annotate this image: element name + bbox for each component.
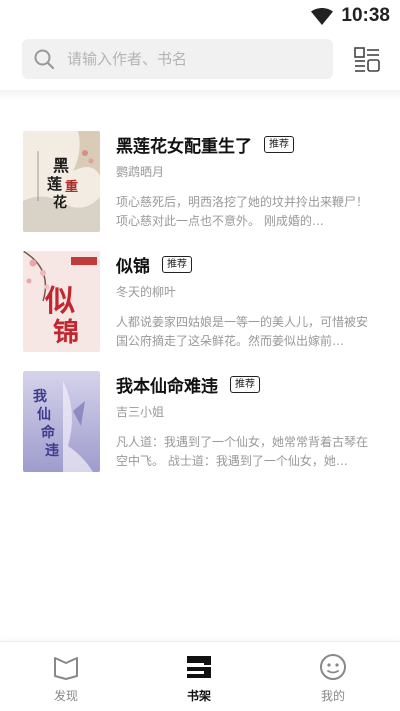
book-info: 我本仙命难违 推荐 吉三小姐 凡人道：我遇到了一个仙女，她常常背着古琴在空中飞。… [116, 371, 378, 471]
header-divider [0, 90, 400, 100]
search-input[interactable] [67, 50, 307, 68]
discover-icon [54, 657, 78, 680]
book-item[interactable]: 似 锦 似锦 推荐 冬天的柳叶 人都说姜家四姑娘是一等一的美人儿，可惜被安国公府… [0, 251, 400, 371]
recommend-badge: 推荐 [264, 135, 294, 153]
bookshelf-list: 黑 莲 重 花 黑莲花女配重生了 推荐 鹦鹉晒月 项心慈死后，明西洛挖了她的坟并… [0, 131, 400, 491]
book-info: 黑莲花女配重生了 推荐 鹦鹉晒月 项心慈死后，明西洛挖了她的坟并拎出来鞭尸！ 项… [116, 131, 378, 231]
svg-text:锦: 锦 [53, 317, 79, 348]
search-box[interactable] [22, 39, 333, 79]
tab-label: 发现 [53, 689, 78, 703]
book-description: 人都说姜家四姑娘是一等一的美人儿，可惜被安国公府摘走了这朵鲜花。然而姜似出嫁前… [116, 315, 369, 348]
status-time: 10:38 [341, 5, 390, 26]
book-author: 鹦鹉晒月 [116, 165, 165, 179]
wifi-icon [311, 7, 334, 25]
svg-text:仙: 仙 [37, 406, 51, 423]
svg-text:命: 命 [40, 424, 56, 441]
title-row: 我本仙命难违 推荐 [116, 371, 378, 397]
book-item[interactable]: 我 仙 命 违 我本仙命难违 推荐 吉三小姐 凡人道：我遇到了一个仙女，她常常背… [0, 371, 400, 491]
book-item[interactable]: 黑 莲 重 花 黑莲花女配重生了 推荐 鹦鹉晒月 项心慈死后，明西洛挖了她的坟并… [0, 131, 400, 251]
recommend-badge: 推荐 [230, 375, 260, 393]
book-author: 冬天的柳叶 [116, 285, 177, 299]
svg-text:黑: 黑 [53, 156, 69, 175]
book-description: 凡人道：我遇到了一个仙女，她常常背着古琴在空中飞。 战士道：我遇到了一个仙女，她… [116, 435, 369, 468]
tab-label: 书架 [186, 689, 211, 703]
book-cover[interactable]: 黑 莲 重 花 [23, 131, 100, 232]
tab-discover[interactable]: 发现 [26, 652, 106, 708]
book-cover[interactable]: 我 仙 命 违 [23, 371, 100, 472]
status-right: 10:38 [311, 5, 390, 27]
recommend-badge: 推荐 [162, 255, 192, 273]
profile-icon [320, 654, 346, 680]
svg-text:重: 重 [65, 179, 78, 195]
search-icon [34, 49, 55, 70]
book-title[interactable]: 似锦 [116, 252, 150, 277]
title-row: 黑莲花女配重生了 推荐 [116, 131, 378, 157]
book-title[interactable]: 我本仙命难违 [116, 372, 218, 397]
tab-label: 我的 [320, 689, 345, 703]
book-title[interactable]: 黑莲花女配重生了 [116, 132, 252, 157]
svg-text:我: 我 [33, 389, 47, 405]
book-info: 似锦 推荐 冬天的柳叶 人都说姜家四姑娘是一等一的美人儿，可惜被安国公府摘走了这… [116, 251, 378, 351]
title-row: 似锦 推荐 [116, 251, 378, 277]
svg-text:似: 似 [44, 284, 75, 319]
svg-text:违: 违 [45, 442, 59, 459]
svg-text:花: 花 [53, 194, 67, 211]
svg-text:莲: 莲 [47, 175, 62, 193]
bottom-tab-bar: 发现 书架 我的 [0, 641, 400, 711]
book-author: 吉三小姐 [116, 405, 165, 419]
tab-profile[interactable]: 我的 [293, 652, 373, 708]
search-row [0, 38, 400, 80]
list-view-icon[interactable] [354, 46, 380, 72]
book-cover[interactable]: 似 锦 [23, 251, 100, 352]
bookshelf-icon [187, 656, 211, 678]
book-description: 项心慈死后，明西洛挖了她的坟并拎出来鞭尸！ 项心慈对此一点也不意外。 刚成婚的… [116, 195, 369, 228]
tab-bookshelf[interactable]: 书架 [159, 652, 239, 708]
status-bar: 10:38 [0, 0, 400, 32]
